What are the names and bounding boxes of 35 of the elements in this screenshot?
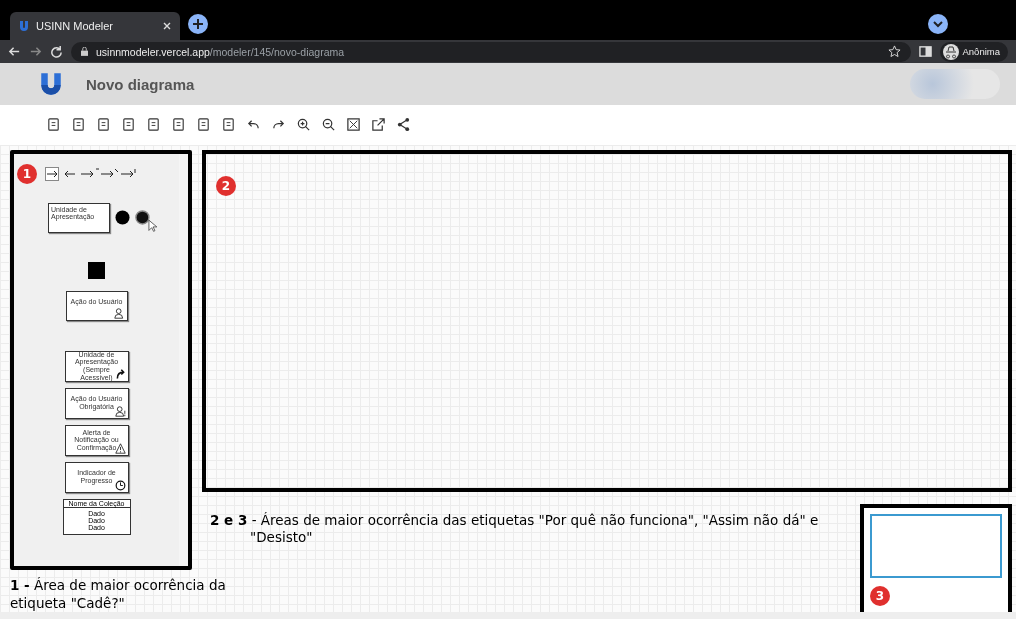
annotation-caption: 1 - Área de maior ocorrência da etiqueta "Cadê?"	[10, 575, 227, 612]
reload-icon[interactable]	[50, 45, 63, 59]
logo-icon	[18, 19, 30, 32]
fit-icon[interactable]	[346, 117, 361, 133]
close-icon[interactable]	[162, 20, 172, 31]
user-icon	[113, 307, 125, 319]
zoom-in-icon[interactable]	[296, 117, 311, 133]
address-bar[interactable]: usinnmodeler.vercel.app/modeler/145/novo-diagrama	[71, 41, 911, 62]
tab-search-button[interactable]	[928, 13, 948, 34]
clock-icon	[114, 479, 126, 491]
incognito-icon	[942, 43, 959, 60]
number-marker: 2	[216, 175, 236, 196]
profile-button[interactable]: Anônima	[939, 41, 1008, 62]
minimap-viewport[interactable]	[870, 513, 1002, 578]
warning-icon	[114, 442, 126, 454]
scrollbar[interactable]	[179, 153, 188, 566]
share-icon[interactable]	[396, 117, 411, 133]
zoom-out-icon[interactable]	[321, 117, 336, 133]
annotation-caption: 2 e 3 - Áreas de maior ocorrência das etiquetas "Por quê não funciona", "Assim não dá" e "Desisto"	[210, 511, 820, 547]
diagram-title: Novo diagrama	[86, 75, 195, 93]
star-icon[interactable]	[887, 45, 901, 59]
number-marker: 1	[17, 163, 37, 184]
corner-arrow-icon	[114, 368, 126, 380]
side-panel-icon[interactable]	[918, 45, 932, 59]
new-tab-button[interactable]	[188, 13, 208, 34]
start-circle-icon[interactable]	[115, 210, 130, 226]
user-icon	[114, 405, 126, 417]
diagram-canvas[interactable]: 2	[202, 149, 1012, 492]
browser-tab[interactable]: USINN Modeler	[10, 11, 180, 40]
logo-icon	[38, 71, 64, 98]
minimap[interactable]: 3	[860, 503, 1012, 612]
number-marker: 3	[870, 585, 890, 606]
lock-icon	[81, 47, 88, 57]
end-square-icon[interactable]	[88, 261, 105, 279]
export-icon[interactable]	[371, 117, 386, 133]
